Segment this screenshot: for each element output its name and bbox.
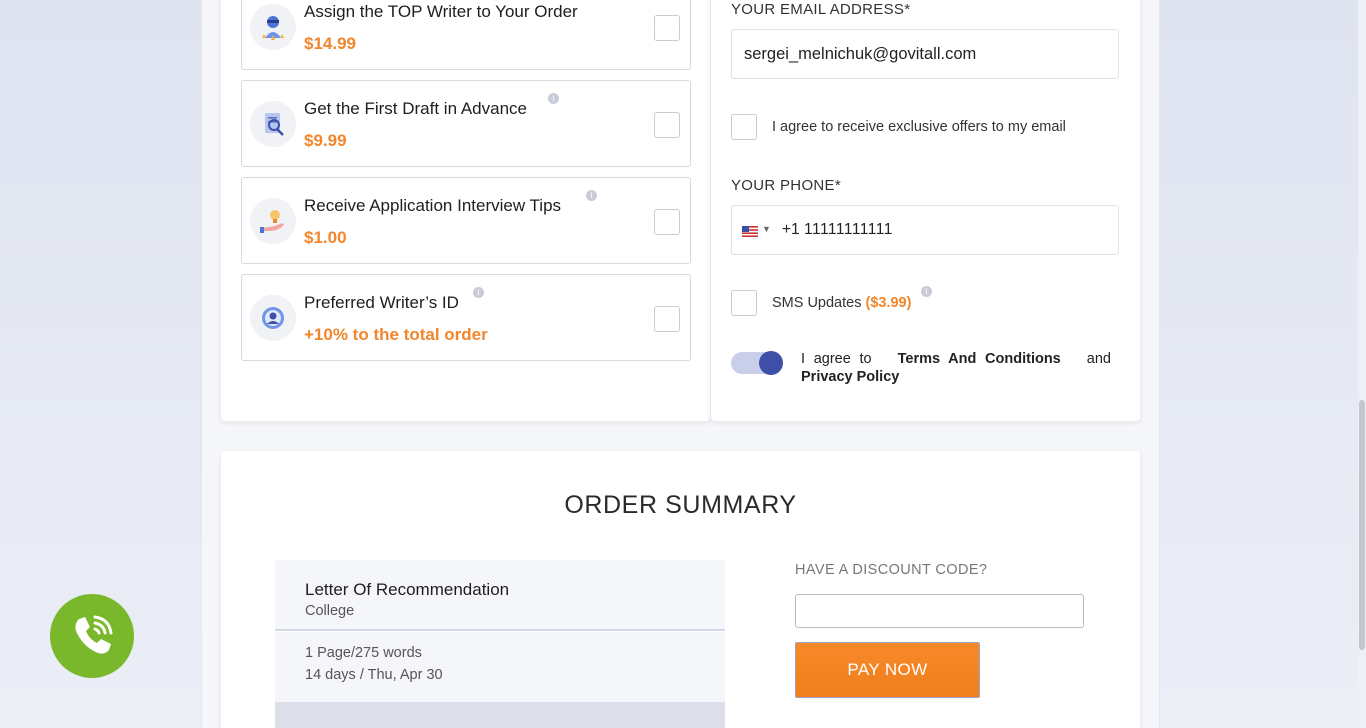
- terms-toggle[interactable]: [731, 351, 783, 375]
- sms-checkbox[interactable]: [731, 290, 757, 316]
- extra-interview-tips[interactable]: Receive Application Interview Tips i $1.…: [241, 177, 691, 264]
- extra-checkbox[interactable]: [654, 112, 680, 138]
- terms-link[interactable]: Terms And Conditions: [898, 351, 1061, 367]
- extra-checkbox[interactable]: [654, 209, 680, 235]
- phone-code: +1: [782, 221, 800, 238]
- sms-label: SMS Updates ($3.99): [772, 295, 911, 311]
- discount-code-input[interactable]: [795, 594, 1084, 628]
- draft-document-icon: [250, 101, 296, 147]
- extra-name: Receive Application Interview Tips: [304, 196, 562, 215]
- extra-preferred-writer[interactable]: Preferred Writer’s ID i +10% to the tota…: [241, 274, 691, 361]
- agree-prefix: I agree to: [801, 351, 872, 367]
- extra-price: $1.00: [304, 228, 347, 247]
- phone-icon: [75, 615, 113, 654]
- extra-name: Assign the TOP Writer to Your Order: [304, 2, 578, 21]
- pay-now-button[interactable]: PAY NOW: [795, 642, 980, 698]
- chevron-down-icon[interactable]: ▼: [762, 224, 771, 234]
- deadline: 14 days / Thu, Apr 30: [305, 667, 443, 683]
- offers-label: I agree to receive exclusive offers to m…: [772, 119, 1066, 135]
- page-count: 1 Page/275 words: [305, 645, 422, 661]
- paper-info: Letter Of Recommendation College: [275, 560, 725, 631]
- extra-price: +10% to the total order: [304, 325, 488, 344]
- extra-name: Get the First Draft in Advance: [304, 99, 527, 118]
- privacy-link[interactable]: Privacy Policy: [801, 369, 899, 385]
- pay-now-label: PAY NOW: [847, 660, 928, 679]
- contact-card: YOUR EMAIL ADDRESS* sergei_melnichuk@gov…: [711, 0, 1140, 421]
- writer-badge-icon: [250, 4, 296, 50]
- offers-checkbox[interactable]: [731, 114, 757, 140]
- writer-id-icon: [250, 295, 296, 341]
- page-scrollbar[interactable]: [1358, 0, 1366, 728]
- info-icon[interactable]: i: [586, 190, 597, 201]
- phone-value: 11111111111: [804, 221, 893, 238]
- toggle-knob: [759, 351, 783, 375]
- us-flag-icon[interactable]: [742, 224, 758, 237]
- info-icon[interactable]: i: [473, 287, 484, 298]
- scrollbar-thumb[interactable]: [1359, 400, 1365, 650]
- lightbulb-hand-icon: [250, 198, 296, 244]
- extra-price: $9.99: [304, 131, 347, 150]
- sms-text: SMS Updates: [772, 295, 862, 311]
- extra-checkbox[interactable]: [654, 306, 680, 332]
- sms-price: ($3.99): [865, 295, 912, 311]
- academic-level: College: [305, 603, 355, 619]
- info-icon[interactable]: i: [548, 93, 559, 104]
- terms-text: I agree to Terms And Conditions and Priv…: [801, 350, 1111, 386]
- discount-label: HAVE A DISCOUNT CODE?: [795, 562, 988, 578]
- paper-details: 1 Page/275 words 14 days / Thu, Apr 30: [275, 632, 725, 702]
- info-icon[interactable]: i: [921, 286, 932, 297]
- extra-checkbox[interactable]: [654, 15, 680, 41]
- agree-and: and: [1086, 351, 1111, 367]
- extra-top-writer[interactable]: Assign the TOP Writer to Your Order i $1…: [241, 0, 691, 70]
- paper-type: Letter Of Recommendation: [305, 580, 510, 599]
- phone-label: YOUR PHONE*: [731, 177, 841, 194]
- order-summary-card: ORDER SUMMARY Letter Of Recommendation C…: [221, 451, 1140, 728]
- extras-card: Assign the TOP Writer to Your Order i $1…: [221, 0, 710, 421]
- email-label: YOUR EMAIL ADDRESS*: [731, 1, 911, 18]
- email-field[interactable]: sergei_melnichuk@govitall.com: [731, 29, 1119, 79]
- extra-first-draft[interactable]: Get the First Draft in Advance i $9.99: [241, 80, 691, 167]
- phone-field[interactable]: ▼ +1 11111111111: [731, 205, 1119, 255]
- price-row: [275, 702, 725, 728]
- extra-price: $14.99: [304, 34, 356, 53]
- email-value: sergei_melnichuk@govitall.com: [744, 45, 977, 63]
- summary-title: ORDER SUMMARY: [564, 491, 797, 519]
- call-button[interactable]: [50, 594, 134, 678]
- extra-name: Preferred Writer’s ID: [304, 293, 459, 312]
